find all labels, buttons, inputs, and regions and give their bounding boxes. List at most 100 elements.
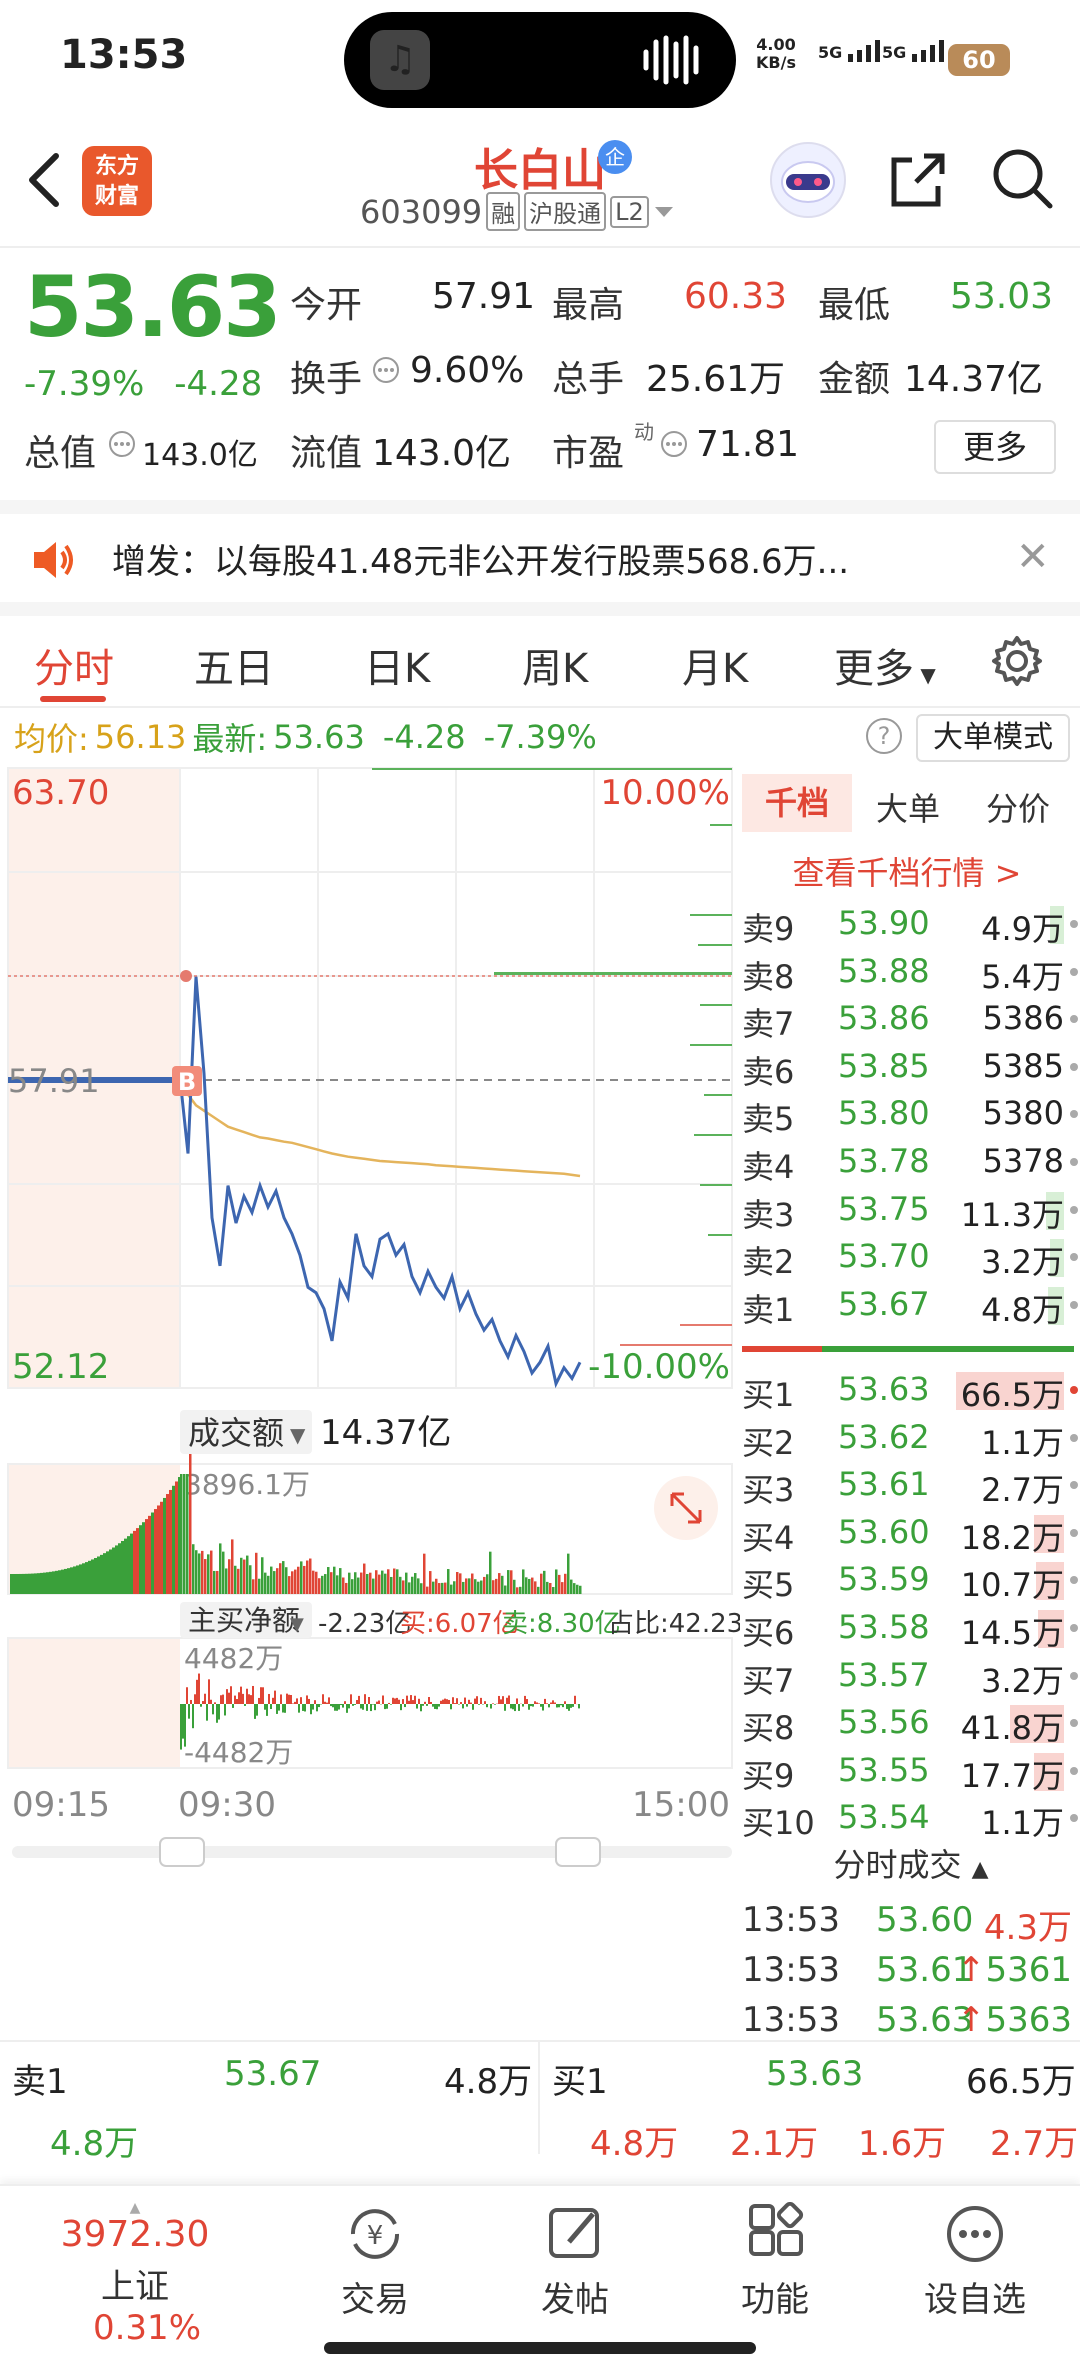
intraday-chart[interactable]: 63.70 57.91 52.12 10.00% -10.00% B 成交额 ▼… <box>0 764 740 2034</box>
volume-bar <box>354 1572 357 1594</box>
volume-bar <box>348 1572 351 1594</box>
flow-bar <box>330 1704 332 1707</box>
flow-bar <box>240 1686 242 1704</box>
home-indicator[interactable] <box>324 2342 756 2354</box>
flow-bar <box>328 1697 330 1704</box>
flow-bar <box>530 1704 532 1707</box>
bid-row[interactable]: 买3 53.61 2.7万 <box>742 1461 1080 1509</box>
volume-bar <box>273 1571 276 1594</box>
dynamic-island[interactable]: ♫ <box>344 12 736 108</box>
depth-quote-link[interactable]: 查看千档行情 > <box>742 848 1072 894</box>
search-icon[interactable] <box>990 146 1054 210</box>
index-ticker[interactable]: ▲ 3972.30 上证 0.31% <box>60 2200 210 2348</box>
ask-row[interactable]: 卖2 53.70 3.2万 <box>742 1233 1080 1281</box>
close-icon[interactable]: ✕ <box>1016 534 1050 580</box>
flow-bar <box>414 1695 416 1704</box>
sell1-price: 53.67 <box>224 2054 322 2094</box>
bid-row[interactable]: 买6 53.58 14.5万 <box>742 1604 1080 1652</box>
row-volume: 1.1万 <box>981 1423 1064 1462</box>
trade-time: 13:53 <box>742 2000 840 2040</box>
volume-bar <box>408 1582 411 1594</box>
volume-bar <box>384 1573 387 1594</box>
volume-bar <box>579 1585 582 1594</box>
tab-big-order[interactable]: 大单 <box>876 784 940 830</box>
share-icon[interactable] <box>886 148 946 212</box>
volume-bar <box>441 1582 444 1594</box>
tab-more-label: 更多 <box>834 646 914 692</box>
flow-bar <box>214 1702 216 1704</box>
more-button[interactable]: 更多 <box>934 420 1056 474</box>
ask-row[interactable]: 卖7 53.86 5386 <box>742 995 1080 1043</box>
volume-bar <box>486 1574 489 1594</box>
signal-2: 5G <box>882 40 948 62</box>
volume-bar <box>459 1573 462 1594</box>
volume-bar <box>180 1474 183 1594</box>
tab-daily-k[interactable]: 日K <box>364 636 430 694</box>
bid-row[interactable]: 买2 53.62 1.1万 <box>742 1414 1080 1462</box>
ask-row[interactable]: 卖3 53.75 11.3万 <box>742 1186 1080 1234</box>
robot-avatar[interactable] <box>770 142 846 218</box>
row-price: 53.70 <box>838 1237 930 1276</box>
bid-row[interactable]: 买8 53.56 41.8万 <box>742 1699 1080 1747</box>
depth-bars <box>372 768 732 1236</box>
flow-bar <box>412 1700 414 1704</box>
tab-intraday[interactable]: 分时 <box>34 636 114 694</box>
stock-code-row[interactable]: 603099 融 沪股通 L2 <box>360 192 675 231</box>
info-dots-icon[interactable] <box>660 430 688 458</box>
volume-bar <box>112 1547 115 1594</box>
notice-banner[interactable]: 增发：以每股41.48元非公开发行股票568.6万... ✕ <box>0 500 1080 602</box>
chart-scrollbar[interactable] <box>12 1846 732 1858</box>
big-order-mode-button[interactable]: 大单模式 <box>916 714 1070 762</box>
flow-sell: 卖:8.30亿 <box>502 1609 621 1639</box>
tab-depth[interactable]: 千档 <box>742 774 852 832</box>
row-volume: 5385 <box>982 1046 1064 1085</box>
ask-row[interactable]: 卖5 53.80 5380 <box>742 1090 1080 1138</box>
bid-row[interactable]: 买9 53.55 17.7万 <box>742 1747 1080 1795</box>
tab-five-day[interactable]: 五日 <box>194 636 274 694</box>
tab-monthly-k[interactable]: 月K <box>682 636 748 694</box>
net-speed-unit: KB/s <box>756 53 796 72</box>
volume-bar <box>330 1572 333 1594</box>
signal-bars-icon <box>911 40 944 62</box>
row-volume: 3.2万 <box>981 1661 1064 1700</box>
nav-trade[interactable]: ¥ 交易 <box>300 2186 450 2321</box>
help-icon[interactable]: ? <box>866 718 902 754</box>
tab-more[interactable]: 更多 ▼ <box>834 636 936 694</box>
tab-price-dist[interactable]: 分价 <box>986 784 1050 830</box>
nav-post[interactable]: 发帖 <box>500 2186 650 2321</box>
nav-functions[interactable]: 功能 <box>700 2186 850 2321</box>
trades-title[interactable]: 分时成交 ▲ <box>742 1840 1080 1886</box>
change-abs: -4.28 <box>174 364 263 404</box>
flow-bar <box>512 1704 514 1710</box>
bid-row[interactable]: 买7 53.57 3.2万 <box>742 1652 1080 1700</box>
info-dots-icon[interactable] <box>372 356 400 384</box>
row-volume: 5386 <box>982 999 1064 1038</box>
scroll-handle-left[interactable] <box>159 1837 205 1867</box>
tab-weekly-k[interactable]: 周K <box>522 636 588 694</box>
row-dot <box>1070 1719 1078 1728</box>
bid-row[interactable]: 买4 53.60 18.2万 <box>742 1509 1080 1557</box>
info-dots-icon[interactable] <box>108 430 136 458</box>
flow-bar <box>544 1698 546 1704</box>
volume-bar <box>94 1558 97 1594</box>
nav-watchlist[interactable]: 设自选 <box>900 2186 1050 2321</box>
ask-row[interactable]: 卖4 53.78 5378 <box>742 1138 1080 1186</box>
ask-row[interactable]: 卖9 53.90 4.9万 <box>742 900 1080 948</box>
ask-row[interactable]: 卖6 53.85 5385 <box>742 1043 1080 1091</box>
volume-bar <box>570 1579 573 1594</box>
flow-top-label: 4482万 <box>184 1642 283 1675</box>
ask-row[interactable]: 卖1 53.67 4.8万 <box>742 1281 1080 1329</box>
ask-row[interactable]: 卖8 53.88 5.4万 <box>742 948 1080 996</box>
bid-row[interactable]: 买1 53.63 66.5万 <box>742 1366 1080 1414</box>
bid-row[interactable]: 买5 53.59 10.7万 <box>742 1556 1080 1604</box>
flow-bar <box>338 1704 340 1710</box>
settings-gear-icon[interactable] <box>990 634 1044 688</box>
volume-bar <box>396 1569 399 1594</box>
volume-bar <box>438 1583 441 1594</box>
bid-row[interactable]: 买10 53.54 1.1万 <box>742 1794 1080 1842</box>
vol-total: 14.37亿 <box>320 1413 451 1453</box>
scroll-handle-right[interactable] <box>555 1837 601 1867</box>
flow-bar <box>254 1704 256 1719</box>
volume-bar <box>549 1582 552 1594</box>
volume-bar <box>204 1559 207 1594</box>
